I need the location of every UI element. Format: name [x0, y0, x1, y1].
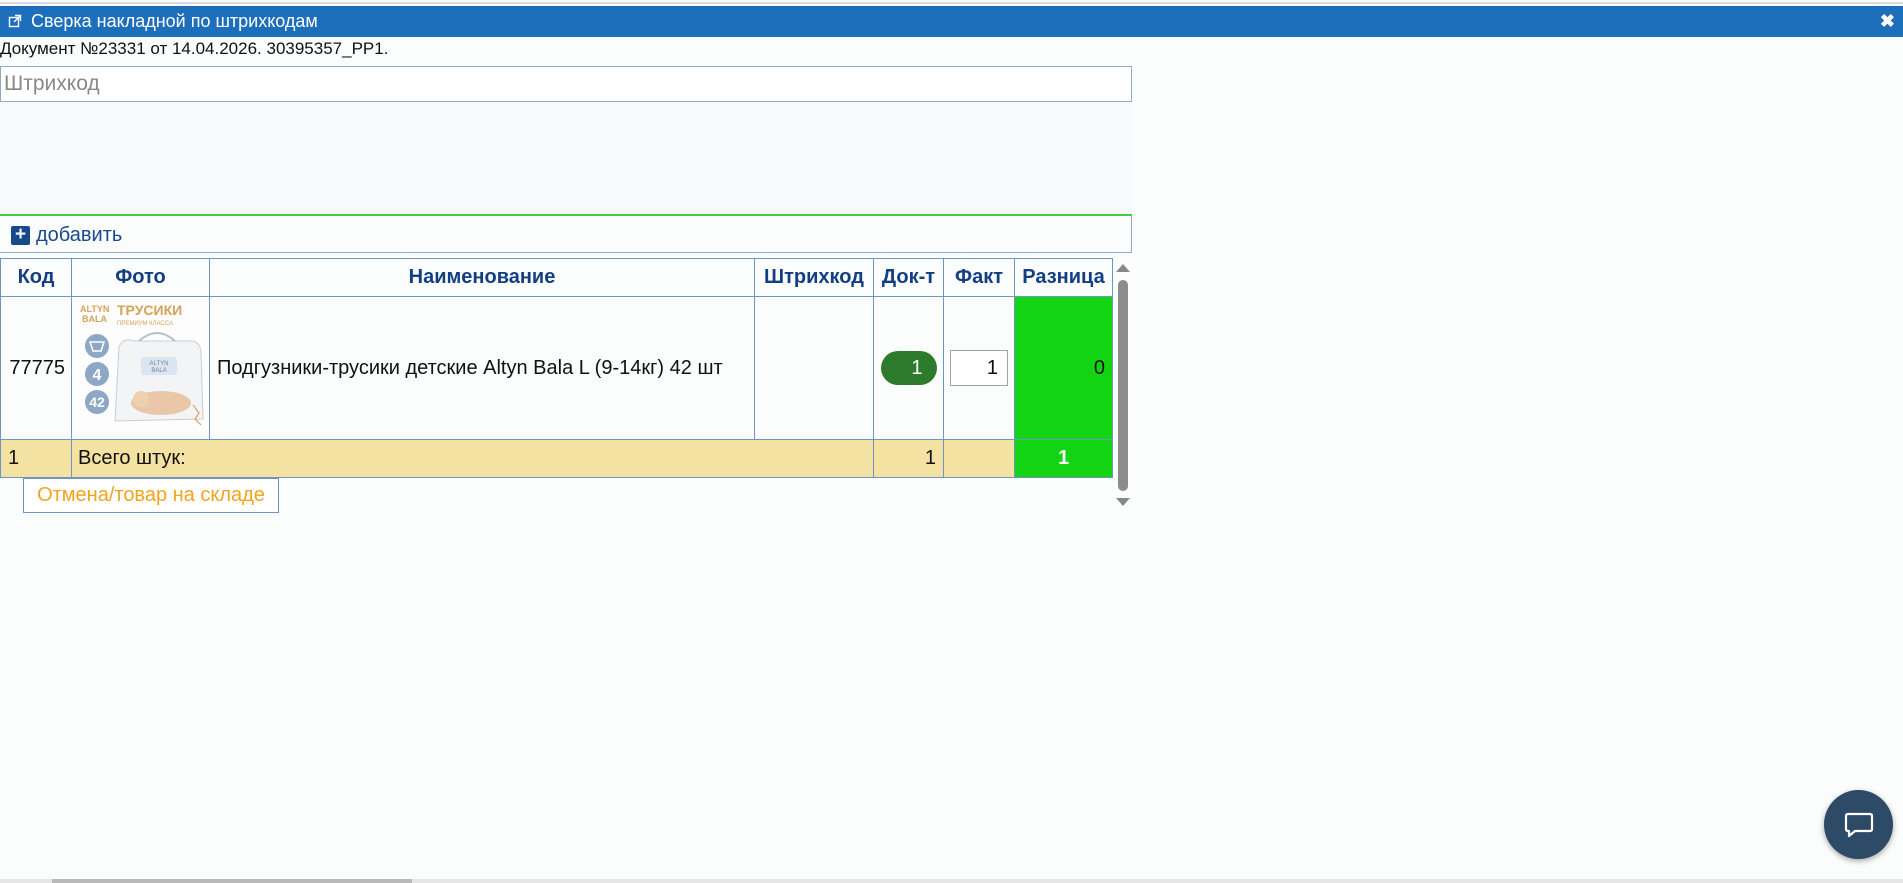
total-doc-qty: 1: [873, 439, 944, 478]
svg-text:ПРЕМИУМ КЛАССА: ПРЕМИУМ КЛАССА: [117, 321, 173, 327]
product-photo[interactable]: ALTYN BALA ТРУСИКИ ПРЕМИУМ КЛАССА 4 42 A…: [74, 299, 207, 431]
external-link-icon[interactable]: [8, 14, 22, 28]
cell-fact-qty: [943, 296, 1015, 440]
total-diff: 1: [1014, 439, 1113, 478]
top-border: [0, 0, 1903, 4]
chat-button[interactable]: [1824, 790, 1893, 859]
barcode-input[interactable]: [0, 66, 1132, 102]
total-fact-qty: [943, 439, 1015, 478]
table-header-row: Код Фото Наименование Штрихкод Док-т Фак…: [0, 258, 1113, 297]
table-row[interactable]: 77775 ALTYN BALA ТРУСИКИ ПРЕМИУМ КЛАССА …: [0, 296, 1113, 440]
table-scrollbar[interactable]: [1114, 262, 1132, 507]
close-icon[interactable]: ✖: [1880, 11, 1895, 32]
horizontal-scrollbar[interactable]: [0, 879, 1903, 883]
scroll-down-arrow-icon[interactable]: [1116, 498, 1130, 506]
scan-results-area: [0, 102, 1132, 214]
cell-name: Подгузники-трусики детские Altyn Bala L …: [209, 296, 755, 440]
doc-qty-badge: 1: [880, 351, 937, 385]
total-count: 1: [0, 439, 72, 478]
fact-qty-input[interactable]: [950, 350, 1008, 386]
cell-photo[interactable]: ALTYN BALA ТРУСИКИ ПРЕМИУМ КЛАССА 4 42 A…: [71, 296, 210, 440]
cell-doc-qty: 1: [873, 296, 944, 440]
document-info: Документ №23331 от 14.04.2026. 30395357_…: [0, 39, 389, 58]
scroll-up-arrow-icon[interactable]: [1116, 264, 1130, 272]
add-button-label: добавить: [36, 223, 123, 246]
horizontal-scroll-thumb[interactable]: [52, 879, 412, 883]
column-header-code[interactable]: Код: [0, 258, 72, 297]
column-header-fact-qty[interactable]: Факт: [943, 258, 1015, 297]
window-titlebar: Сверка накладной по штрихкодам ✖: [0, 6, 1903, 37]
window-title: Сверка накладной по штрихкодам: [31, 11, 318, 31]
svg-text:4: 4: [92, 367, 101, 384]
add-toolbar: + добавить: [0, 214, 1132, 253]
svg-text:42: 42: [89, 394, 105, 410]
cell-barcode: [754, 296, 874, 440]
svg-text:ALTYN: ALTYN: [80, 304, 109, 314]
svg-text:BALA: BALA: [151, 368, 166, 374]
cancel-stock-button[interactable]: Отмена/товар на складе: [23, 478, 279, 513]
column-header-diff[interactable]: Разница: [1014, 258, 1113, 297]
svg-text:ALTYN: ALTYN: [149, 361, 168, 367]
column-header-photo[interactable]: Фото: [71, 258, 210, 297]
plus-icon: +: [11, 225, 30, 245]
items-table: Код Фото Наименование Штрихкод Док-т Фак…: [0, 258, 1113, 478]
total-label: Всего штук:: [71, 439, 874, 478]
column-header-barcode[interactable]: Штрихкод: [754, 258, 874, 297]
chat-bubble-icon: [1844, 812, 1874, 838]
svg-text:BALA: BALA: [82, 314, 107, 324]
scroll-thumb[interactable]: [1118, 280, 1128, 491]
cell-diff: 0: [1014, 296, 1113, 440]
total-row: 1 Всего штук: 1 1: [0, 439, 1113, 478]
column-header-doc-qty[interactable]: Док-т: [873, 258, 944, 297]
cell-code: 77775: [0, 296, 72, 440]
svg-text:ТРУСИКИ: ТРУСИКИ: [117, 302, 182, 318]
add-button[interactable]: + добавить: [11, 224, 122, 246]
column-header-name[interactable]: Наименование: [209, 258, 755, 297]
